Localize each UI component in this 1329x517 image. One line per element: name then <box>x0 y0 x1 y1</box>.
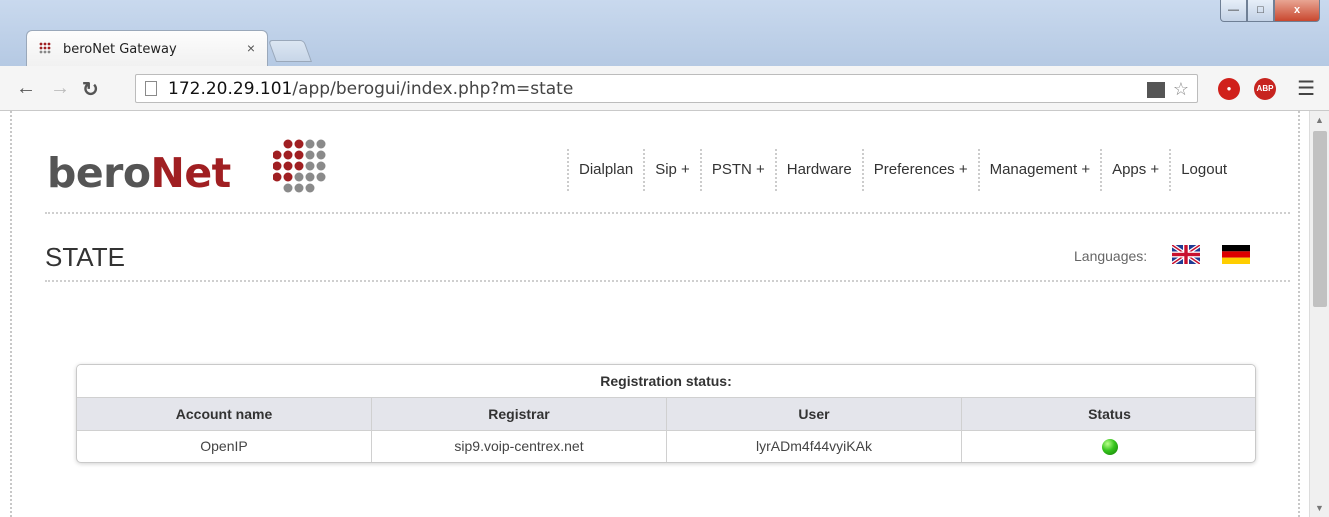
beronet-logo[interactable]: beroNet <box>47 149 231 197</box>
header-divider <box>45 212 1290 214</box>
nav-dialplan[interactable]: Dialplan <box>567 149 643 191</box>
uk-flag-icon[interactable] <box>1172 245 1200 264</box>
window-controls: — □ x <box>1220 0 1320 22</box>
cell-registrar: sip9.voip-centrex.net <box>372 431 667 462</box>
cell-user: lyrADm4f44vyiKAk <box>667 431 962 462</box>
cell-account-name: OpenIP <box>77 431 372 462</box>
translate-icon[interactable] <box>1146 82 1165 98</box>
browser-toolbar: ← → ↻ 172.20.29.101/app/berogui/index.ph… <box>0 66 1329 111</box>
close-window-button[interactable]: x <box>1274 0 1320 22</box>
address-bar[interactable]: 172.20.29.101/app/berogui/index.php?m=st… <box>135 74 1198 103</box>
page-icon <box>145 81 157 96</box>
vertical-scrollbar[interactable]: ▲ ▼ <box>1309 111 1329 517</box>
tab-close-icon[interactable]: × <box>247 40 255 56</box>
nav-pstn[interactable]: PSTN + <box>699 149 775 191</box>
reload-icon[interactable]: ↻ <box>82 77 99 102</box>
scroll-up-arrow-icon[interactable]: ▲ <box>1315 115 1324 125</box>
beronet-logo-dots-icon <box>273 139 326 193</box>
registration-status-table: Registration status: Account name Regist… <box>76 364 1256 463</box>
table-caption: Registration status: <box>77 365 1255 398</box>
beronet-favicon-icon <box>39 42 51 54</box>
languages-label: Languages: <box>1074 248 1148 264</box>
column-header-registrar: Registrar <box>372 398 667 430</box>
bookmark-star-icon[interactable]: ☆ <box>1173 80 1189 98</box>
table-row: OpenIP sip9.voip-centrex.net lyrADm4f44v… <box>77 431 1255 462</box>
forward-icon[interactable]: → <box>50 77 70 100</box>
status-ok-icon <box>1101 439 1118 456</box>
chrome-menu-icon[interactable]: ☰ <box>1297 76 1315 101</box>
column-header-account-name: Account name <box>77 398 372 430</box>
main-nav: Dialplan Sip + PSTN + Hardware Preferenc… <box>567 149 1237 191</box>
page-frame: beroNet Dialplan Sip + PSTN + Hardware P… <box>10 111 1300 517</box>
browser-tab[interactable]: beroNet Gateway × <box>26 30 268 66</box>
nav-apps[interactable]: Apps + <box>1100 149 1169 191</box>
maximize-button[interactable]: □ <box>1247 0 1274 22</box>
nav-preferences[interactable]: Preferences + <box>861 149 978 191</box>
tab-title: beroNet Gateway <box>63 42 177 57</box>
title-divider <box>45 280 1290 282</box>
stop-icon[interactable]: ● <box>1218 78 1240 100</box>
cell-status <box>962 431 1255 462</box>
minimize-button[interactable]: — <box>1220 0 1247 22</box>
german-flag-icon[interactable] <box>1222 245 1250 264</box>
nav-management[interactable]: Management + <box>977 149 1100 191</box>
url-text[interactable]: 172.20.29.101/app/berogui/index.php?m=st… <box>168 79 573 99</box>
table-header-row: Account name Registrar User Status <box>77 398 1255 431</box>
page-title: STATE <box>45 242 125 272</box>
nav-logout[interactable]: Logout <box>1169 149 1237 191</box>
back-icon[interactable]: ← <box>16 77 36 100</box>
nav-sip[interactable]: Sip + <box>643 149 700 191</box>
column-header-status: Status <box>1088 406 1131 422</box>
nav-hardware[interactable]: Hardware <box>774 149 862 191</box>
scroll-down-arrow-icon[interactable]: ▼ <box>1315 503 1324 513</box>
scrollbar-thumb[interactable] <box>1313 131 1327 307</box>
abp-icon[interactable]: ABP <box>1254 78 1276 100</box>
new-tab-button[interactable] <box>267 40 313 62</box>
column-header-user: User <box>667 398 962 430</box>
page-viewport: beroNet Dialplan Sip + PSTN + Hardware P… <box>0 111 1329 517</box>
window-titlebar: beroNet Gateway × — □ x <box>0 0 1329 66</box>
